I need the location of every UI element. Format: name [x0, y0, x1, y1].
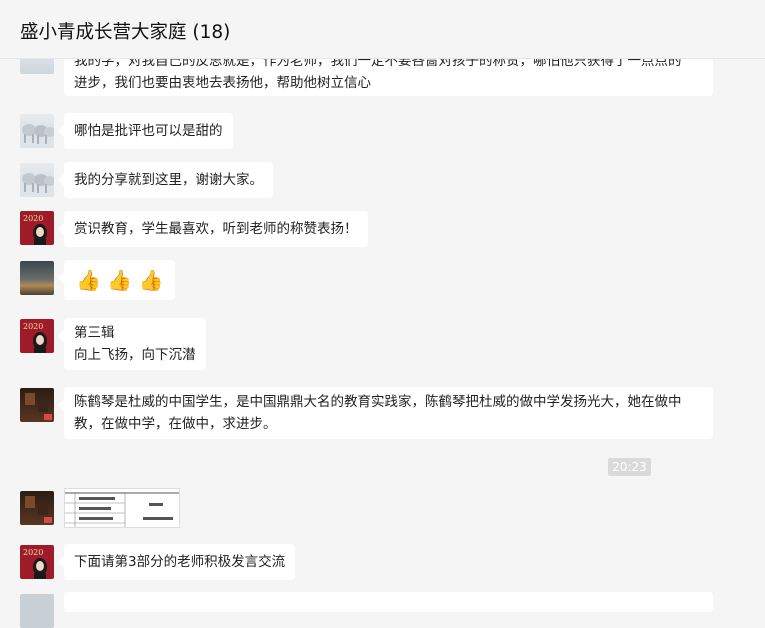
message-list[interactable]: 我的学，对我自己的反思就是，作为老师，我们一定不要吝啬对孩子的称赞，哪怕他只获得…	[0, 0, 765, 628]
message-bubble[interactable]: 我的分享就到这里，谢谢大家。	[58, 162, 273, 198]
message-text: 第三辑	[74, 325, 115, 341]
message-bubble[interactable]: 陈鹤琴是杜威的中国学生，是中国鼎鼎大名的教育实践家，陈鹤琴把杜威的做中学发扬光大…	[58, 387, 713, 439]
avatar[interactable]	[20, 114, 54, 148]
message-text: 哪怕是批评也可以是甜的	[74, 123, 223, 139]
avatar[interactable]	[20, 491, 54, 525]
avatar[interactable]	[20, 388, 54, 422]
message-text: 进步，我们也要由衷地去表扬他，帮助他树立信心	[74, 75, 371, 91]
message-text: 陈鹤琴是杜威的中国学生，是中国鼎鼎大名的教育实践家，陈鹤琴把杜威的做中学发扬光大…	[74, 394, 682, 410]
avatar[interactable]	[20, 594, 54, 628]
avatar[interactable]: 2020	[20, 319, 54, 353]
message-text: 下面请第3部分的老师积极发言交流	[74, 554, 286, 570]
svg-text:2020: 2020	[23, 548, 43, 557]
message-text: 教，在做中学，在做中，求进步。	[74, 416, 277, 432]
message-bubble[interactable]: 👍 👍 👍	[57, 260, 176, 300]
portrait-picture	[25, 496, 52, 523]
message-bubble[interactable]	[64, 592, 713, 612]
svg-text:2020: 2020	[23, 322, 43, 331]
chat-title: 盛小青成长营大家庭 (18)	[20, 22, 231, 43]
portrait-picture: 2020	[23, 322, 47, 353]
avatar[interactable]	[20, 261, 54, 295]
chat-header: 盛小青成长营大家庭 (18)	[0, 0, 765, 59]
message-text: 赏识教育，学生最喜欢，听到老师的称赞表扬！	[74, 221, 358, 237]
avatar[interactable]: 2020	[20, 545, 54, 579]
elephant-picture	[20, 173, 54, 197]
thumbs-up-icon: 👍 👍 👍	[76, 268, 164, 292]
svg-text:2020: 2020	[23, 214, 43, 223]
document-image-message[interactable]	[64, 488, 180, 528]
message-bubble[interactable]: 赏识教育，学生最喜欢，听到老师的称赞表扬！	[58, 211, 368, 247]
elephant-picture	[20, 124, 54, 148]
portrait-picture: 2020	[23, 214, 47, 245]
message-bubble[interactable]: 下面请第3部分的老师积极发言交流	[57, 544, 296, 580]
message-bubble[interactable]: 哪怕是批评也可以是甜的	[58, 113, 233, 149]
portrait-picture: 2020	[23, 548, 47, 579]
message-bubble[interactable]: 第三辑 向上飞扬，向下沉潜	[58, 318, 206, 370]
message-text: 向上飞扬，向下沉潜	[74, 347, 196, 363]
avatar[interactable]	[20, 163, 54, 197]
portrait-picture	[25, 393, 52, 420]
avatar[interactable]: 2020	[20, 211, 54, 245]
table-thumbnail	[65, 492, 179, 527]
message-text: 我的分享就到这里，谢谢大家。	[74, 172, 263, 188]
timestamp: 20:23	[608, 458, 651, 476]
